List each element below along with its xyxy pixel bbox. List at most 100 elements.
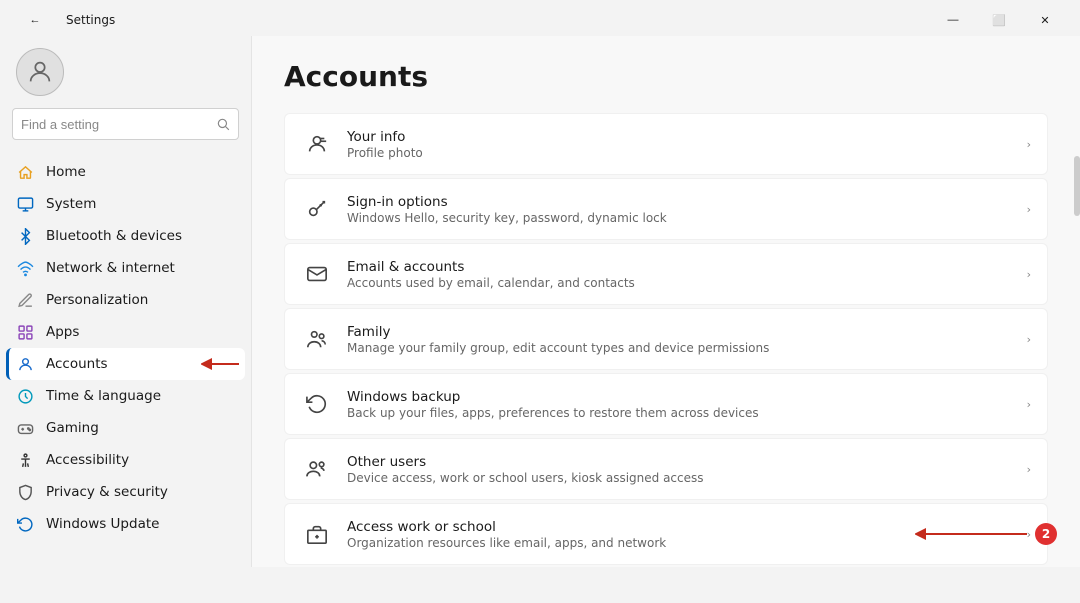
other-users-text: Other users Device access, work or schoo…: [347, 454, 1027, 485]
apps-icon: [16, 323, 34, 341]
work-school-title: Access work or school: [347, 519, 1027, 535]
settings-item-family[interactable]: Family Manage your family group, edit ac…: [284, 308, 1048, 370]
sidebar-item-time-label: Time & language: [46, 388, 161, 404]
search-input[interactable]: [21, 117, 210, 132]
titlebar-left: ← Settings: [12, 6, 115, 34]
sidebar-item-bluetooth-label: Bluetooth & devices: [46, 228, 182, 244]
sidebar-item-privacy-label: Privacy & security: [46, 484, 168, 500]
main-content: Accounts Your info Profile photo ›: [252, 36, 1080, 567]
avatar[interactable]: [16, 48, 64, 96]
sidebar-item-bluetooth[interactable]: Bluetooth & devices: [6, 220, 245, 252]
sidebar-item-home[interactable]: Home: [6, 156, 245, 188]
sidebar-top: [0, 36, 251, 152]
sidebar-item-gaming[interactable]: Gaming: [6, 412, 245, 444]
sidebar-item-gaming-label: Gaming: [46, 420, 99, 436]
backup-desc: Back up your files, apps, preferences to…: [347, 406, 1027, 420]
family-title: Family: [347, 324, 1027, 340]
backup-icon: [301, 388, 333, 420]
window-controls: — ⬜ ✕: [930, 6, 1068, 34]
accounts-icon: [16, 355, 34, 373]
home-icon: [16, 163, 34, 181]
sidebar-item-apps[interactable]: Apps: [6, 316, 245, 348]
work-school-desc: Organization resources like email, apps,…: [347, 536, 1027, 550]
bluetooth-icon: [16, 227, 34, 245]
sidebar-item-update-label: Windows Update: [46, 516, 159, 532]
other-users-icon: [301, 453, 333, 485]
personalization-icon: [16, 291, 34, 309]
gaming-icon: [16, 419, 34, 437]
sidebar-nav: Home System: [0, 152, 251, 544]
maximize-button[interactable]: ⬜: [976, 6, 1022, 34]
system-icon: [16, 195, 34, 213]
sidebar: Home System: [0, 36, 252, 567]
sidebar-item-privacy[interactable]: Privacy & security: [6, 476, 245, 508]
sidebar-item-accessibility-label: Accessibility: [46, 452, 129, 468]
sidebar-item-update[interactable]: Windows Update: [6, 508, 245, 540]
network-icon: [16, 259, 34, 277]
settings-item-signin[interactable]: Sign-in options Windows Hello, security …: [284, 178, 1048, 240]
settings-item-work-school[interactable]: Access work or school Organization resou…: [284, 503, 1048, 565]
chevron-icon-work-school: ›: [1027, 528, 1031, 541]
sidebar-item-accessibility[interactable]: Accessibility: [6, 444, 245, 476]
signin-icon: [301, 193, 333, 225]
sidebar-item-accounts[interactable]: Accounts 1: [6, 348, 245, 380]
back-button[interactable]: ←: [12, 6, 58, 34]
sidebar-item-system-label: System: [46, 196, 96, 212]
minimize-button[interactable]: —: [930, 6, 976, 34]
chevron-icon-family: ›: [1027, 333, 1031, 346]
your-info-icon: [301, 128, 333, 160]
sidebar-item-personalization[interactable]: Personalization: [6, 284, 245, 316]
app-title: Settings: [66, 13, 115, 27]
settings-list: Your info Profile photo › Sign-in option…: [284, 113, 1048, 567]
close-button[interactable]: ✕: [1022, 6, 1068, 34]
other-users-desc: Device access, work or school users, kio…: [347, 471, 1027, 485]
backup-title: Windows backup: [347, 389, 1027, 405]
sidebar-item-system[interactable]: System: [6, 188, 245, 220]
chevron-icon-backup: ›: [1027, 398, 1031, 411]
family-text: Family Manage your family group, edit ac…: [347, 324, 1027, 355]
sidebar-item-personalization-label: Personalization: [46, 292, 148, 308]
email-title: Email & accounts: [347, 259, 1027, 275]
settings-item-your-info[interactable]: Your info Profile photo ›: [284, 113, 1048, 175]
family-desc: Manage your family group, edit account t…: [347, 341, 1027, 355]
update-icon: [16, 515, 34, 533]
titlebar: ← Settings — ⬜ ✕: [0, 0, 1080, 36]
chevron-icon-email: ›: [1027, 268, 1031, 281]
arrow-1-icon: [201, 354, 251, 374]
signin-title: Sign-in options: [347, 194, 1027, 210]
scrollbar[interactable]: [1074, 36, 1080, 603]
other-users-title: Other users: [347, 454, 1027, 470]
sidebar-item-network[interactable]: Network & internet: [6, 252, 245, 284]
work-school-icon: [301, 518, 333, 550]
privacy-icon: [16, 483, 34, 501]
time-icon: [16, 387, 34, 405]
scrollbar-thumb[interactable]: [1074, 156, 1080, 216]
chevron-icon-other-users: ›: [1027, 463, 1031, 476]
email-desc: Accounts used by email, calendar, and co…: [347, 276, 1027, 290]
signin-desc: Windows Hello, security key, password, d…: [347, 211, 1027, 225]
app-body: Home System: [0, 36, 1080, 567]
work-school-text: Access work or school Organization resou…: [347, 519, 1027, 550]
your-info-text: Your info Profile photo: [347, 129, 1027, 160]
signin-text: Sign-in options Windows Hello, security …: [347, 194, 1027, 225]
your-info-title: Your info: [347, 129, 1027, 145]
email-text: Email & accounts Accounts used by email,…: [347, 259, 1027, 290]
page-title: Accounts: [284, 60, 1048, 93]
sidebar-item-time[interactable]: Time & language: [6, 380, 245, 412]
settings-item-backup[interactable]: Windows backup Back up your files, apps,…: [284, 373, 1048, 435]
sidebar-item-apps-label: Apps: [46, 324, 79, 340]
accessibility-icon: [16, 451, 34, 469]
settings-item-other-users[interactable]: Other users Device access, work or schoo…: [284, 438, 1048, 500]
search-box[interactable]: [12, 108, 239, 140]
chevron-icon-signin: ›: [1027, 203, 1031, 216]
sidebar-item-network-label: Network & internet: [46, 260, 175, 276]
backup-text: Windows backup Back up your files, apps,…: [347, 389, 1027, 420]
chevron-icon: ›: [1027, 138, 1031, 151]
badge-2: 2: [1035, 523, 1057, 545]
annotation-1: 1: [201, 353, 252, 375]
settings-item-email[interactable]: Email & accounts Accounts used by email,…: [284, 243, 1048, 305]
sidebar-item-accounts-label: Accounts: [46, 356, 108, 372]
search-icon: [216, 117, 230, 131]
family-icon: [301, 323, 333, 355]
sidebar-item-home-label: Home: [46, 164, 86, 180]
